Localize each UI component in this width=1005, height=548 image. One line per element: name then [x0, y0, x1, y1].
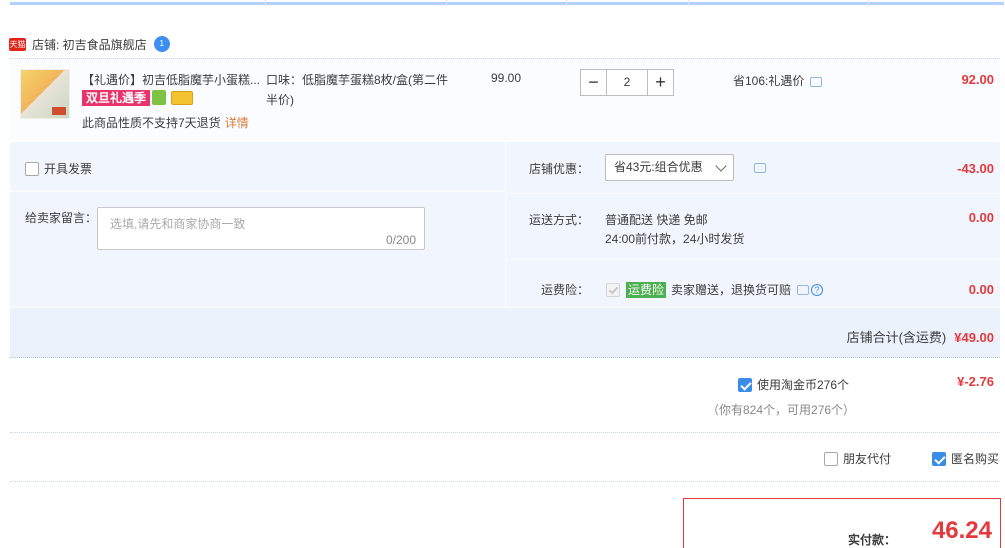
product-thumbnail[interactable]: [20, 69, 70, 119]
friend-pay-checkbox[interactable]: [824, 451, 838, 466]
order-options-panel: 开具发票 给卖家留言： 选填,请先和商家协商一致 0/200 店铺优惠： 省43…: [10, 142, 1000, 358]
help-icon[interactable]: ?: [811, 283, 824, 296]
shipping-label: 运送方式：: [529, 213, 590, 227]
shipping-info: 普通配送 快递 免邮 24:00前付款，24小时发货: [605, 211, 744, 249]
memo-placeholder: 选填,请先和商家协商一致: [110, 217, 246, 231]
shop-total: 店铺合计(含运费) ¥49.00: [847, 327, 994, 346]
unit-price: 99.00: [491, 71, 522, 85]
friend-pay-label: 朋友代付: [843, 452, 892, 466]
top-divider: [10, 2, 1004, 5]
return-policy-text: 此商品性质不支持7天退货: [82, 116, 221, 130]
insurance-option: 运费险 卖家赠送，退换货可赔 ?: [606, 281, 824, 298]
qty-decrease-button[interactable]: −: [580, 69, 607, 96]
column-tick: [265, 0, 266, 6]
message-icon[interactable]: [810, 76, 823, 87]
message-icon[interactable]: [754, 163, 766, 173]
seller-memo-input[interactable]: 选填,请先和商家协商一致 0/200: [97, 207, 425, 250]
column-tick: [566, 0, 567, 6]
order-item-row: 【礼遇价】初吉低脂魔芋小蛋糕... 双旦礼遇季 此商品性质不支持7天退货 详情 口…: [10, 58, 1000, 140]
coupon-label: 店铺优惠：: [529, 162, 590, 176]
discount-text: 省106:礼遇价: [733, 74, 805, 88]
chevron-down-icon: [715, 160, 727, 172]
coins-available-note: （你有824个，可用276个）: [707, 403, 856, 417]
product-title[interactable]: 【礼遇价】初吉低脂魔芋小蛋糕...: [82, 71, 260, 88]
product-attributes: 口味：低脂魔芋蛋糕8枚/盒(第二件半价): [266, 73, 449, 107]
column-tick: [688, 0, 689, 6]
qty-input[interactable]: 2: [607, 69, 647, 96]
insurance-checkbox: [606, 282, 620, 297]
friend-pay-option[interactable]: 朋友代付: [824, 450, 891, 467]
use-coins-option[interactable]: 使用淘金币276个: [738, 376, 849, 393]
shop-total-amount: ¥49.00: [954, 330, 994, 345]
shop-total-row: 店铺合计(含运费) ¥49.00: [10, 307, 1000, 358]
shop-total-label: 店铺合计(含运费): [846, 330, 947, 345]
item-total: 92.00: [961, 72, 994, 87]
shipping-deadline: 24:00前付款，24小时发货: [605, 232, 745, 246]
invoice-label: 开具发票: [44, 162, 93, 176]
insurance-text: 卖家赠送，退换货可赔: [671, 283, 792, 297]
coupon-selected-value: 省43元:组合优惠: [614, 160, 703, 174]
coins-amount: ¥-2.76: [957, 374, 994, 389]
use-coins-checkbox[interactable]: [738, 377, 752, 392]
shipping-amount: 0.00: [968, 210, 994, 225]
return-detail-link[interactable]: 详情: [225, 116, 249, 130]
promo-badge: 双旦礼遇季: [82, 90, 151, 106]
use-coins-label: 使用淘金币276个: [757, 378, 850, 392]
card-icon: [171, 91, 193, 105]
service-icon: [152, 90, 166, 105]
payment-summary-box: 实付款： 46.24: [683, 498, 1001, 548]
anonymous-option[interactable]: 匿名购买: [932, 450, 999, 467]
insurance-amount: 0.00: [968, 282, 994, 297]
coupon-select[interactable]: 省43元:组合优惠: [605, 154, 734, 181]
return-policy-note: 此商品性质不支持7天退货 详情: [82, 114, 249, 131]
qty-increase-button[interactable]: +: [647, 69, 674, 96]
anonymous-checkbox[interactable]: [932, 451, 946, 466]
column-tick: [446, 0, 447, 6]
pay-amount: 46.24: [931, 517, 992, 544]
coupon-amount: -43.00: [957, 161, 994, 176]
discount-note: 省106:礼遇价: [733, 72, 823, 89]
column-tick: [868, 0, 869, 6]
tmall-badge-icon: 天猫: [9, 37, 26, 51]
pay-label: 实付款：: [848, 533, 897, 547]
anonymous-label: 匿名购买: [951, 452, 1000, 466]
quantity-stepper: − 2 +: [580, 69, 674, 96]
message-icon[interactable]: [797, 284, 810, 295]
shipping-method: 普通配送 快递 免邮: [605, 213, 708, 227]
memo-label: 给卖家留言：: [25, 211, 98, 225]
shop-header: 天猫 店铺: 初吉食品旗舰店 1: [9, 34, 170, 54]
invoice-checkbox[interactable]: [25, 161, 39, 176]
chat-icon[interactable]: 1: [153, 36, 170, 52]
shop-name[interactable]: 店铺: 初吉食品旗舰店: [32, 36, 147, 53]
invoice-option[interactable]: 开具发票: [25, 160, 92, 177]
memo-char-count: 0/200: [385, 233, 416, 247]
coin-row: 使用淘金币276个 （你有824个，可用276个） ¥-2.76: [10, 360, 1000, 433]
insurance-label: 运费险：: [541, 283, 590, 297]
insurance-badge: 运费险: [626, 281, 667, 298]
payment-options-row: 朋友代付 匿名购买: [10, 434, 1000, 482]
